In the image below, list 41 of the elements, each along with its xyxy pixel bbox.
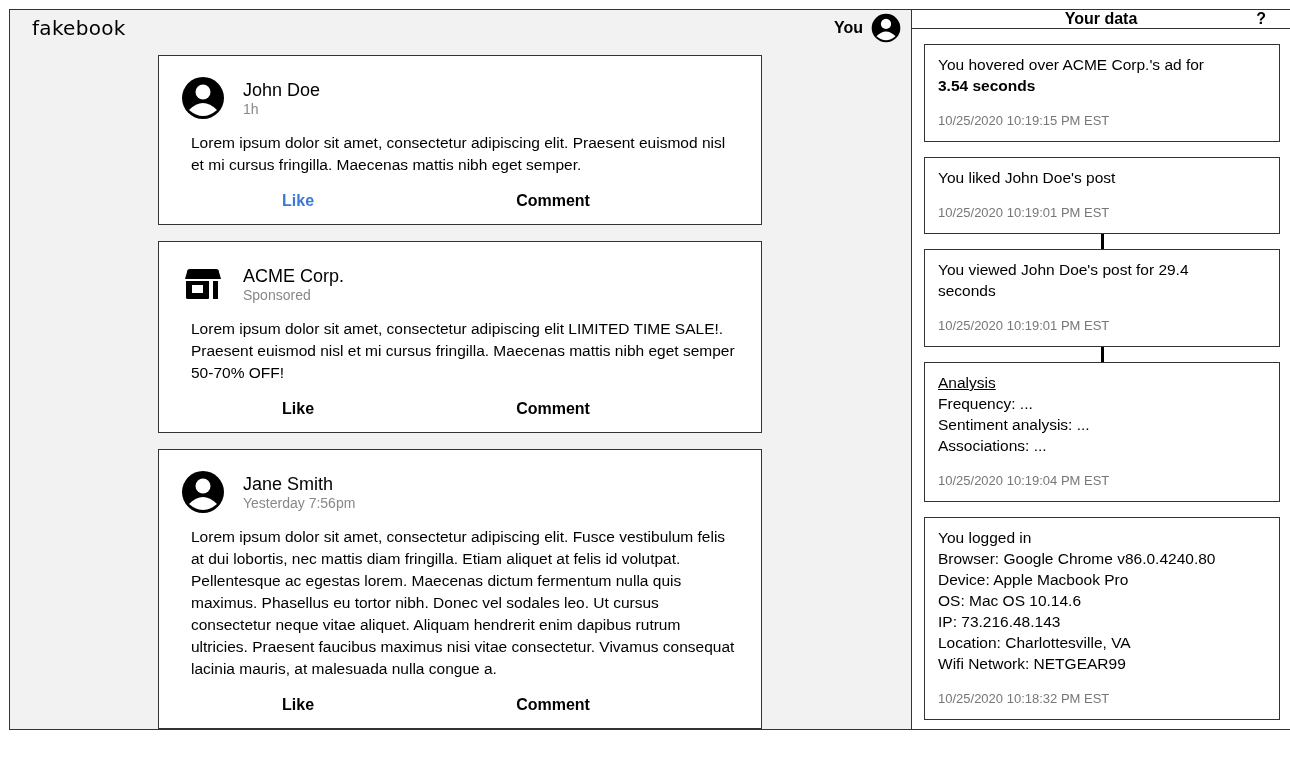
timestamp: 10/25/2020 10:19:15 PM EST (938, 112, 1111, 130)
entry-heading: Analysis (938, 373, 997, 393)
like-button[interactable]: Like (274, 694, 323, 716)
author-name[interactable]: Jane Smith (243, 473, 356, 495)
logo[interactable]: fakebook (32, 16, 126, 40)
entry-line: Browser: Google Chrome v86.0.4240.80 (938, 549, 1217, 569)
like-button[interactable]: Like (274, 190, 323, 212)
entry-text: You liked John Doe's post (938, 168, 1117, 188)
entry-line: Associations: ... (938, 436, 1048, 456)
avatar-icon (181, 76, 225, 120)
timestamp: 10/25/2020 10:19:01 PM EST (938, 317, 1111, 335)
entry-line: Device: Apple Macbook Pro (938, 570, 1130, 590)
author-name[interactable]: John Doe (243, 79, 321, 101)
entry-line: Sentiment analysis: ... (938, 415, 1091, 435)
avatar-icon[interactable] (871, 13, 901, 43)
panel-title: Your data (1064, 10, 1138, 28)
timestamp: 10/25/2020 10:18:32 PM EST (938, 690, 1111, 708)
entry-line: OS: Mac OS 10.14.6 (938, 591, 1082, 611)
entry-line: IP: 73.216.48.143 (938, 612, 1062, 632)
author-name[interactable]: ACME Corp. (243, 265, 345, 287)
user-label: You (833, 19, 863, 37)
timestamp: 10/25/2020 10:19:01 PM EST (938, 204, 1111, 222)
entry-text: You hovered over ACME Corp.'s ad for 3.54 seconds (938, 55, 1206, 96)
post-meta: Sponsored (243, 286, 312, 303)
help-button[interactable]: ? (1252, 8, 1270, 30)
post-text: Lorem ipsum dolor sit amet, consectetur adipiscing elit. Fusce vestibulum felis at dui lobortis, nec mattis diam fringilla. Etiam aliquet at felis id volutpat. Pellentesque ac egestas lorem. Maecenas dictum fermentum nulla quis maximus. Phasellus eu tortor nibh. Donec vel sodales leo. Ut cursus consectetur neque vitae aliquet. Aliquam hendrerit enim dapibus rutrum ultricies. Praesent faucibus maximus nisi vitae consectetur. Vivamus consequat lacinia mauris, at malesuada nulla congue a. (191, 527, 736, 679)
avatar-icon (181, 470, 225, 514)
post-meta: Yesterday 7:56pm (243, 494, 356, 511)
entry-line: Location: Charlottesville, VA (938, 633, 1132, 653)
comment-button[interactable]: Comment (508, 398, 598, 420)
entry-line: You logged in (938, 528, 1033, 548)
entry-line: Frequency: ... (938, 394, 1034, 414)
post-text: Lorem ipsum dolor sit amet, consectetur adipiscing elit LIMITED TIME SALE!. Praesent euismod nisl et mi cursus fringilla. Maecenas mattis nibh eget semper 50-70% OFF! (191, 319, 736, 383)
entry-line: Wifi Network: NETGEAR99 (938, 654, 1127, 674)
comment-button[interactable]: Comment (508, 190, 598, 212)
post-meta: 1h (243, 100, 260, 117)
comment-button[interactable]: Comment (508, 694, 598, 716)
timestamp: 10/25/2020 10:19:04 PM EST (938, 472, 1111, 490)
entry-text: You viewed John Doe's post for 29.4 seconds (938, 260, 1190, 301)
like-button[interactable]: Like (274, 398, 323, 420)
post-text: Lorem ipsum dolor sit amet, consectetur adipiscing elit. Praesent euismod nisl et mi cursus fringilla. Maecenas mattis nibh eget semper. (191, 133, 727, 175)
